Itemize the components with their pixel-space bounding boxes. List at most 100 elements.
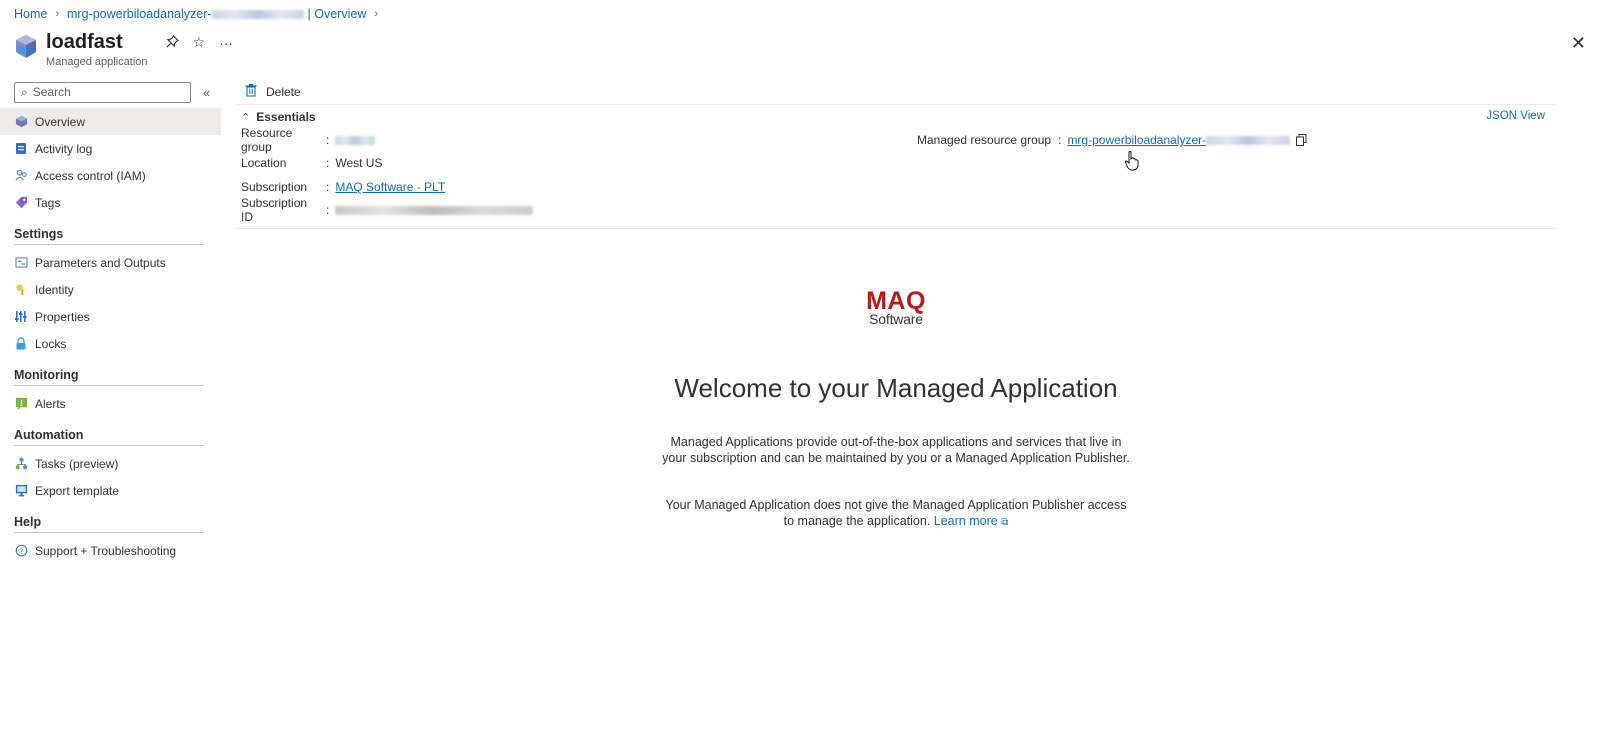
essentials-header[interactable]: ⌃ Essentials JSON View [237, 105, 1555, 129]
sidebar-item-identity[interactable]: Identity [0, 276, 221, 303]
divider [14, 532, 204, 533]
divider [14, 244, 204, 245]
resource-header: loadfast Managed application ☆ ··· [14, 30, 233, 68]
export-template-icon [14, 484, 28, 498]
colon: : [326, 133, 330, 147]
tag-icon [14, 196, 28, 210]
breadcrumb-resource-group-text: mrg-powerbiloadanalyzer- [67, 7, 212, 21]
sidebar-item-label: Tasks (preview) [35, 456, 119, 471]
property-label: Subscription ID [241, 196, 308, 224]
sidebar-item-label: Locks [35, 336, 67, 351]
sidebar-section-help: Help [14, 515, 42, 529]
page-title: loadfast [46, 31, 123, 53]
more-options-button[interactable]: ··· [219, 35, 233, 51]
search-placeholder: Search [32, 85, 71, 99]
sidebar-nav: Overview Activity log Access control (IA… [0, 108, 221, 564]
welcome-paragraph-2: Your Managed Application does not give t… [661, 497, 1131, 531]
external-link-icon: ⧉ [1001, 517, 1009, 528]
parameters-icon [14, 256, 28, 270]
welcome-title: Welcome to your Managed Application [674, 373, 1118, 403]
sidebar-item-label: Support + Troubleshooting [35, 543, 177, 558]
redacted-subscription-id [335, 205, 534, 215]
welcome-paragraph-2-text: Your Managed Application does not give t… [665, 498, 1127, 528]
property-subscription: Subscription : MAQ Software - PLT [241, 179, 445, 195]
sidebar-search-input[interactable]: ⌕ Search [14, 81, 191, 103]
sidebar-item-label: Parameters and Outputs [35, 255, 166, 270]
breadcrumb-home[interactable]: Home [14, 7, 47, 21]
property-label: Location [241, 156, 287, 170]
page-subtitle: Managed application [46, 56, 148, 68]
sidebar-section-settings: Settings [14, 227, 64, 241]
sidebar-item-access-control[interactable]: Access control (IAM) [0, 162, 221, 189]
essentials-title: Essentials [256, 110, 316, 124]
redacted-resource-group-link[interactable] [335, 135, 376, 145]
property-location: Location : West US [241, 155, 382, 171]
sidebar-section-monitoring: Monitoring [14, 368, 79, 382]
sidebar-item-properties[interactable]: Properties [0, 303, 221, 330]
colon: : [326, 203, 330, 217]
sidebar-item-activity-log[interactable]: Activity log [0, 135, 221, 162]
maq-software-logo: MAQ Software [237, 288, 1555, 327]
sidebar-item-label: Activity log [35, 141, 93, 156]
iam-icon [14, 169, 28, 183]
copy-icon[interactable] [1296, 134, 1307, 146]
breadcrumb: Home › mrg-powerbiloadanalyzer- | Overvi… [14, 7, 386, 21]
sidebar-item-label: Access control (IAM) [35, 168, 146, 183]
main-content: Delete ⌃ Essentials JSON View Resource g… [237, 80, 1555, 229]
managed-application-icon [16, 35, 36, 58]
favorite-star-icon[interactable]: ☆ [193, 34, 206, 51]
collapse-sidebar-icon[interactable]: « [203, 85, 210, 100]
delete-label: Delete [266, 85, 301, 99]
property-label: Managed resource group [917, 133, 1052, 147]
managed-resource-group-link[interactable]: mrg-powerbiloadanalyzer- [1067, 133, 1291, 147]
delete-button[interactable]: Delete [245, 84, 301, 100]
sidebar-item-label: Alerts [35, 396, 66, 411]
search-icon: ⌕ [21, 84, 28, 99]
sidebar-item-support[interactable]: ? Support + Troubleshooting [0, 537, 221, 564]
sidebar-item-tags[interactable]: Tags [0, 189, 221, 216]
sidebar-item-label: Tags [35, 195, 61, 210]
divider [14, 445, 204, 446]
command-bar: Delete [237, 80, 1555, 105]
sidebar-item-tasks[interactable]: Tasks (preview) [0, 450, 221, 477]
sidebar-section-automation: Automation [14, 428, 84, 442]
chevron-right-icon: › [55, 8, 60, 20]
colon: : [1058, 133, 1062, 147]
properties-icon [14, 310, 28, 324]
logo-text-bottom: Software [869, 311, 923, 327]
sidebar-item-parameters[interactable]: Parameters and Outputs [0, 249, 221, 276]
breadcrumb-overview[interactable]: | Overview [308, 7, 367, 21]
close-icon[interactable]: ✕ [1571, 33, 1586, 54]
trash-icon [245, 84, 257, 100]
sidebar-item-overview[interactable]: Overview [0, 108, 221, 135]
chevron-right-icon: › [374, 8, 379, 20]
sidebar-item-label: Overview [35, 114, 86, 129]
breadcrumb-resource-group[interactable]: mrg-powerbiloadanalyzer- [67, 7, 304, 21]
learn-more-link[interactable]: Learn more ⧉ [934, 514, 1009, 528]
managed-resource-group-text: mrg-powerbiloadanalyzer- [1067, 133, 1207, 147]
redacted-text [1206, 136, 1291, 146]
property-value: West US [335, 156, 383, 170]
chevron-up-icon: ⌃ [241, 111, 251, 124]
identity-icon [14, 283, 28, 297]
pin-icon[interactable] [166, 34, 179, 51]
subscription-link[interactable]: MAQ Software - PLT [335, 180, 445, 194]
sidebar: ⌕ Search « Overview Activity log Access … [0, 80, 221, 564]
activity-log-icon [14, 142, 28, 156]
lock-icon [14, 337, 28, 351]
json-view-link[interactable]: JSON View [1486, 110, 1545, 122]
learn-more-text: Learn more [933, 514, 998, 528]
colon: : [326, 156, 330, 170]
property-label: Subscription [241, 180, 308, 194]
divider [14, 385, 204, 386]
hand-cursor-icon [1125, 151, 1139, 174]
property-subscription-id: Subscription ID : [241, 196, 534, 224]
overview-icon [14, 115, 28, 129]
colon: : [326, 180, 330, 194]
alert-icon [14, 397, 28, 411]
sidebar-item-alerts[interactable]: Alerts [0, 390, 221, 417]
sidebar-item-locks[interactable]: Locks [0, 330, 221, 357]
tasks-icon [14, 457, 28, 471]
welcome-section: MAQ Software Welcome to your Managed App… [237, 288, 1555, 531]
sidebar-item-export-template[interactable]: Export template [0, 477, 221, 504]
